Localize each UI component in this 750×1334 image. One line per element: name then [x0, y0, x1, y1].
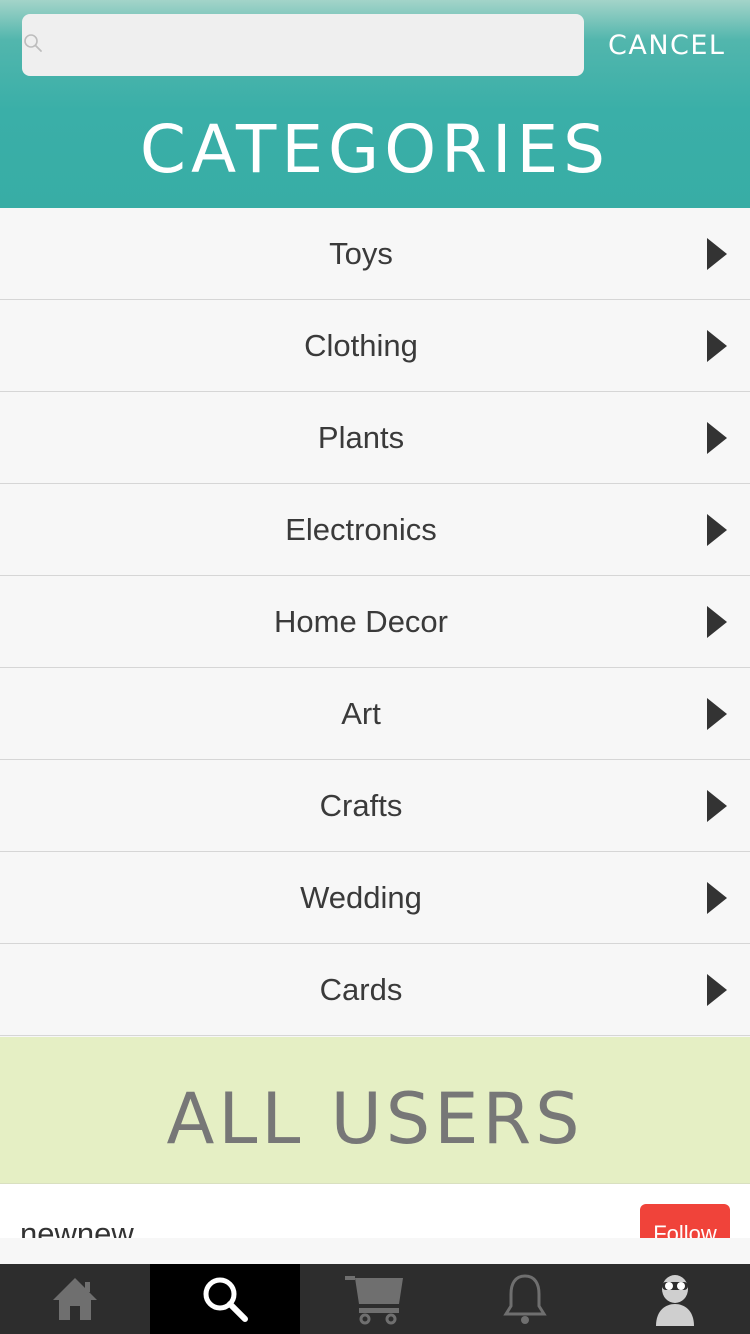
- category-item-cards[interactable]: Cards: [0, 944, 750, 1036]
- search-input[interactable]: [52, 14, 576, 78]
- username: newnew: [20, 1216, 134, 1238]
- tab-profile[interactable]: [600, 1264, 750, 1334]
- cancel-button[interactable]: CANCEL: [608, 30, 728, 66]
- category-label: Clothing: [304, 328, 418, 363]
- search-icon: [203, 1277, 248, 1322]
- chevron-right-icon: [707, 698, 727, 730]
- category-label: Art: [341, 696, 381, 731]
- bell-icon: [503, 1274, 547, 1324]
- chevron-right-icon: [707, 514, 727, 546]
- category-item-electronics[interactable]: Electronics: [0, 484, 750, 576]
- search-icon: [24, 34, 42, 52]
- category-item-crafts[interactable]: Crafts: [0, 760, 750, 852]
- profile-avatar-icon: [656, 1275, 694, 1326]
- chevron-right-icon: [707, 330, 727, 362]
- category-label: Home Decor: [274, 604, 448, 639]
- tab-search[interactable]: [150, 1264, 300, 1334]
- search-bar[interactable]: [22, 14, 584, 78]
- tab-notifications[interactable]: [450, 1264, 600, 1334]
- category-label: Toys: [329, 236, 393, 271]
- category-item-plants[interactable]: Plants: [0, 392, 750, 484]
- chevron-right-icon: [707, 606, 727, 638]
- chevron-right-icon: [707, 422, 727, 454]
- user-list-item[interactable]: newnew Follow: [0, 1184, 750, 1238]
- tab-cart[interactable]: [300, 1264, 450, 1334]
- tab-home[interactable]: [0, 1264, 150, 1334]
- all-users-section-header: ALL USERS: [0, 1037, 750, 1184]
- chevron-right-icon: [707, 238, 727, 270]
- header: CANCEL CATEGORIES: [0, 0, 750, 208]
- category-label: Crafts: [319, 788, 403, 823]
- chevron-right-icon: [707, 790, 727, 822]
- category-label: Cards: [319, 972, 403, 1007]
- chevron-right-icon: [707, 974, 727, 1006]
- category-label: Plants: [317, 420, 405, 455]
- section-title: ALL USERS: [166, 1078, 584, 1160]
- spacer: [0, 1238, 750, 1264]
- category-item-art[interactable]: Art: [0, 668, 750, 760]
- category-item-home-decor[interactable]: Home Decor: [0, 576, 750, 668]
- category-item-wedding[interactable]: Wedding: [0, 852, 750, 944]
- category-label: Wedding: [300, 880, 422, 915]
- category-list: Toys Clothing Plants Electronics Home De…: [0, 208, 750, 1036]
- home-icon: [53, 1278, 97, 1320]
- page-title: CATEGORIES: [139, 111, 611, 188]
- category-item-toys[interactable]: Toys: [0, 208, 750, 300]
- tab-bar: [0, 1264, 750, 1334]
- category-label: Electronics: [285, 512, 437, 547]
- category-item-clothing[interactable]: Clothing: [0, 300, 750, 392]
- cart-icon: [345, 1276, 403, 1325]
- chevron-right-icon: [707, 882, 727, 914]
- follow-button[interactable]: Follow: [640, 1204, 730, 1238]
